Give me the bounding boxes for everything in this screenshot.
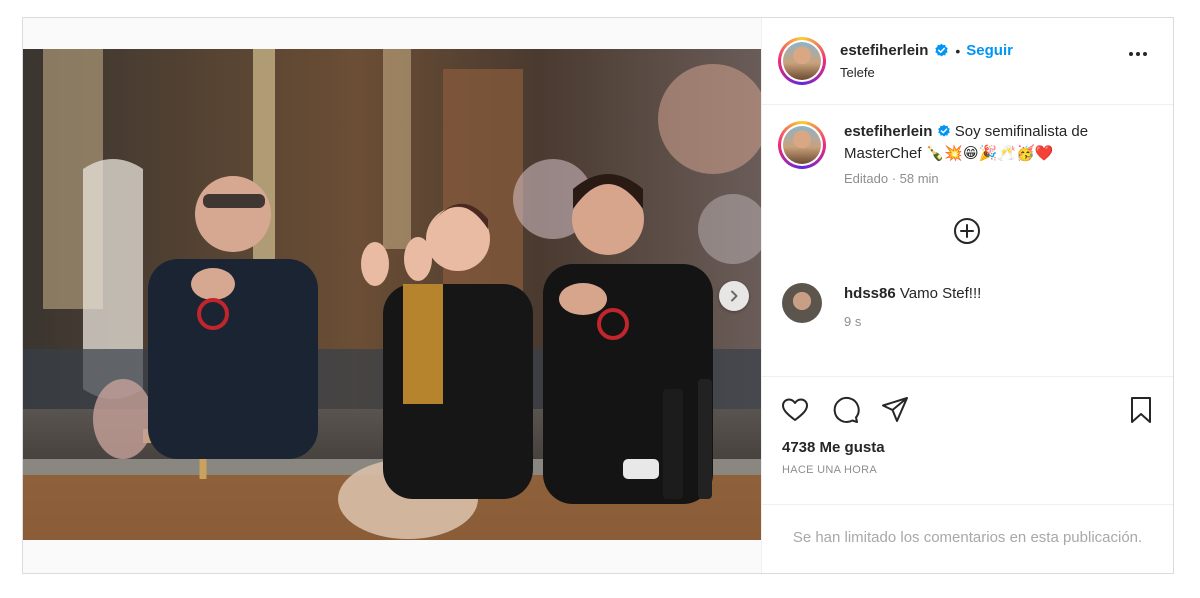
header-separator: • [955,42,961,59]
comments-limited-notice: Se han limitado los comentarios en esta … [762,504,1173,570]
verified-badge-icon [937,124,950,137]
comment-item: hdss86 Vamo Stef!!! 9 s [782,283,981,329]
share-send-icon[interactable] [880,395,910,425]
commenter-avatar[interactable] [782,283,822,323]
post-timestamp[interactable]: HACE UNA HORA [782,464,1153,476]
author-username[interactable]: estefiherlein [840,42,928,59]
author-avatar[interactable] [778,37,826,85]
action-bar [762,377,1173,443]
post-photo[interactable] [23,49,761,540]
follow-button[interactable]: Seguir [966,42,1013,59]
instagram-post: estefiherlein • Seguir Telefe estefiherl… [22,17,1174,574]
comment-time[interactable]: 9 s [844,314,981,329]
post-media [23,18,761,573]
verified-badge-icon [935,43,949,57]
more-options-icon[interactable] [1129,52,1147,56]
likes-section: 4738 Me gusta HACE UNA HORA [762,439,1173,476]
like-heart-icon[interactable] [780,395,810,425]
caption-text: estefiherlein Soy semifinalista de Maste… [844,121,1144,165]
author-subtitle[interactable]: Telefe [840,65,1013,80]
post-sidebar: estefiherlein • Seguir Telefe estefiherl… [761,18,1173,573]
caption-meta: Editado · 58 min [844,171,939,186]
caption-username[interactable]: estefiherlein [844,123,932,140]
comments-section: estefiherlein Soy semifinalista de Maste… [762,105,1173,377]
post-header: estefiherlein • Seguir Telefe [762,18,1173,105]
caption: estefiherlein Soy semifinalista de Maste… [778,121,1144,186]
load-more-comments-icon[interactable] [952,216,982,246]
comment-body: Vamo Stef!!! [899,285,982,302]
comment-bubble-icon[interactable] [830,395,860,425]
carousel-next-icon [731,290,738,302]
carousel-next-button[interactable] [719,281,749,311]
save-bookmark-icon[interactable] [1126,395,1156,425]
caption-avatar[interactable] [778,121,826,169]
commenter-username[interactable]: hdss86 [844,285,896,302]
comment-text: hdss86 Vamo Stef!!! [844,284,981,304]
